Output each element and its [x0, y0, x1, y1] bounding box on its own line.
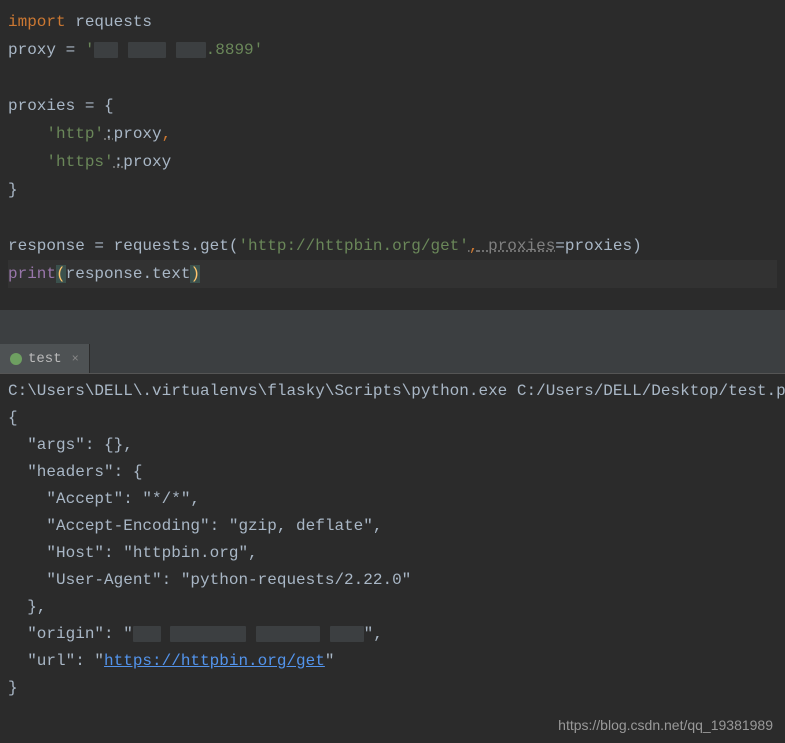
expr-body: response.text [66, 265, 191, 283]
dict-close: } [8, 181, 18, 199]
console-tab-bar: test × [0, 344, 785, 374]
redacted-origin [256, 626, 320, 642]
url-pre: "url": " [8, 652, 104, 670]
paren-open: ( [56, 265, 66, 283]
dict-key: 'https' [8, 153, 114, 171]
console-line: "args": {}, [8, 432, 777, 459]
dict-val: proxy [114, 125, 162, 143]
code-editor[interactable]: import requests proxy = ' .8899' proxies… [0, 0, 785, 310]
code-line: } [8, 176, 777, 204]
close-icon[interactable]: × [72, 352, 79, 366]
console-command: C:\Users\DELL\.virtualenvs\flasky\Script… [8, 378, 777, 405]
code-line: proxies = { [8, 92, 777, 120]
builtin-print: print [8, 265, 56, 283]
dict-open: proxies = { [8, 97, 114, 115]
console-line: }, [8, 594, 777, 621]
console-line: } [8, 675, 777, 702]
code-line: 'https':proxy [8, 148, 777, 176]
code-line-current: print(response.text) [8, 260, 777, 288]
console-output[interactable]: C:\Users\DELL\.virtualenvs\flasky\Script… [0, 374, 785, 706]
console-line: "Accept-Encoding": "gzip, deflate", [8, 513, 777, 540]
origin-post: ", [364, 625, 393, 643]
console-line: "origin": " ", [8, 621, 777, 648]
redacted-ip [176, 42, 206, 58]
dict-key: 'http' [8, 125, 104, 143]
string-open: ' [85, 41, 95, 59]
console-line: "Accept": "*/*", [8, 486, 777, 513]
console-line: "User-Agent": "python-requests/2.22.0" [8, 567, 777, 594]
tab-label: test [28, 351, 62, 367]
console-line: "url": "https://httpbin.org/get" [8, 648, 777, 675]
code-line: response = requests.get('http://httpbin.… [8, 232, 777, 260]
run-icon [10, 353, 22, 365]
paren-close: ) [190, 265, 200, 283]
console-line: { [8, 405, 777, 432]
watermark-text: https://blog.csdn.net/qq_19381989 [558, 717, 773, 733]
code-line [8, 64, 777, 92]
url-post: " [325, 652, 335, 670]
var-assign: proxy = [8, 41, 85, 59]
code-line [8, 204, 777, 232]
dict-val: proxy [123, 153, 171, 171]
redacted-ip [128, 42, 166, 58]
kwarg-name: proxies [478, 237, 555, 255]
tab-test[interactable]: test × [0, 344, 90, 373]
code-line: import requests [8, 8, 777, 36]
code-line: proxy = ' .8899' [8, 36, 777, 64]
keyword-import: import [8, 13, 66, 31]
string-url: 'http://httpbin.org/get' [238, 237, 468, 255]
comma: , [162, 125, 172, 143]
call-pre: response = requests.get( [8, 237, 238, 255]
panel-divider[interactable] [0, 310, 785, 344]
origin-pre: "origin": " [8, 625, 133, 643]
call-post: =proxies) [555, 237, 641, 255]
colon: : [114, 153, 124, 171]
console-line: "headers": { [8, 459, 777, 486]
module-name: requests [66, 13, 152, 31]
string-end: .8899' [206, 41, 264, 59]
url-link[interactable]: https://httpbin.org/get [104, 652, 325, 670]
console-line: "Host": "httpbin.org", [8, 540, 777, 567]
redacted-origin [170, 626, 246, 642]
redacted-origin [330, 626, 364, 642]
code-line: 'http':proxy, [8, 120, 777, 148]
colon: : [104, 125, 114, 143]
redacted-origin [133, 626, 161, 642]
redacted-ip [94, 42, 118, 58]
